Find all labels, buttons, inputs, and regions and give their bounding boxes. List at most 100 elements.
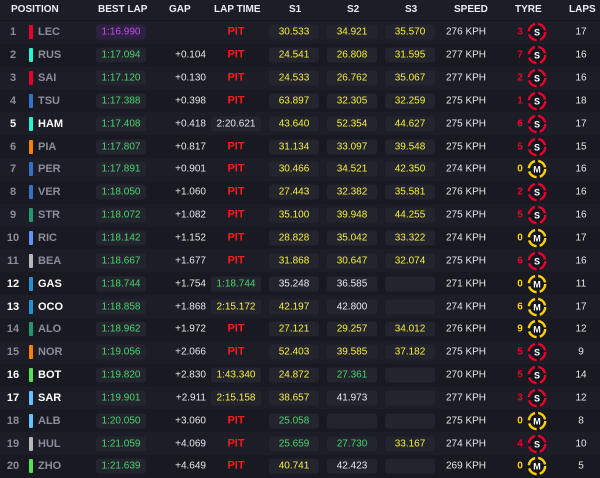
driver-list: 1 LEC 1:16.990 PIT 30.533 34.921 35.570 276 KPH… <box>0 21 600 478</box>
driver-code[interactable]: SAR <box>38 392 61 404</box>
gap-to-leader: +1.677 <box>175 255 206 267</box>
header-speed[interactable]: SPEED <box>454 4 488 15</box>
pit-stop-count: 4 <box>517 438 523 450</box>
driver-row[interactable]: 11 BEA 1:18.667 +1.677 PIT 31.868 30.647 32.074… <box>0 249 600 273</box>
speed-trap: 276 KPH <box>446 186 487 198</box>
speed-trap: 275 KPH <box>446 346 487 358</box>
header-best-lap[interactable]: BEST LAP <box>98 4 147 15</box>
sector-1-time: 35.248 <box>269 276 319 292</box>
driver-code[interactable]: OCO <box>38 301 63 313</box>
driver-code[interactable]: ALO <box>38 323 61 335</box>
sector-3-time: 35.570 <box>385 24 435 40</box>
driver-row[interactable]: 13 OCO 1:18.858 +1.868 2:15.172 42.197 42.800 2… <box>0 295 600 318</box>
driver-code[interactable]: NOR <box>38 346 62 358</box>
driver-code[interactable]: GAS <box>38 278 62 290</box>
best-lap: 1:18.142 <box>96 230 146 246</box>
laps-completed: 16 <box>575 49 587 61</box>
driver-row[interactable]: 7 PER 1:17.891 +0.901 PIT 30.466 34.521 42.350 2… <box>0 158 600 181</box>
header-s3[interactable]: S3 <box>405 4 417 15</box>
header-position[interactable]: POSITION <box>11 4 59 15</box>
sector-3-time: 34.012 <box>385 321 435 337</box>
driver-code[interactable]: LEC <box>38 26 60 38</box>
driver-row[interactable]: 20 ZHO 1:21.639 +4.649 PIT 40.741 42.423 269 KP… <box>0 455 600 478</box>
lap-time: 2:15.172 <box>211 299 261 315</box>
driver-code[interactable]: HUL <box>38 438 61 450</box>
driver-row[interactable]: 6 PIA 1:17.807 +0.817 PIT 31.134 33.097 39.548 2… <box>0 135 600 159</box>
speed-trap: 275 KPH <box>446 141 487 153</box>
team-color-bar <box>29 139 33 154</box>
speed-trap: 269 KPH <box>446 460 487 472</box>
lap-time: PIT <box>227 231 245 244</box>
driver-code[interactable]: VER <box>38 186 61 198</box>
driver-row[interactable]: 19 HUL 1:21.059 +4.069 PIT 25.659 27.730 33.167… <box>0 432 600 456</box>
driver-code[interactable]: PER <box>38 163 61 175</box>
driver-code[interactable]: BOT <box>38 369 61 381</box>
sector-1-time: 25.058 <box>269 413 319 429</box>
sector-2-time: 26.808 <box>327 47 377 63</box>
driver-row[interactable]: 2 RUS 1:17.094 +0.104 PIT 24.541 26.808 31.595 2… <box>0 43 600 67</box>
driver-row[interactable]: 16 BOT 1:19.820 +2.830 1:43.340 24.872 27.361 2… <box>0 363 600 387</box>
header-gap[interactable]: GAP <box>169 4 191 15</box>
driver-code[interactable]: RUS <box>38 49 61 61</box>
driver-row[interactable]: 12 GAS 1:18.744 +1.754 1:18.744 35.248 36.585 2… <box>0 272 600 296</box>
timing-tower: POSITION BEST LAP GAP LAP TIME S1 S2 S3 … <box>0 0 600 478</box>
team-color-bar <box>29 231 33 246</box>
header-laps[interactable]: LAPS <box>569 4 596 15</box>
driver-row[interactable]: 4 TSU 1:17.388 +0.398 PIT 63.897 32.305 32.259 2… <box>0 89 600 113</box>
sector-1-time: 30.533 <box>269 24 319 40</box>
driver-code[interactable]: BEA <box>38 255 61 267</box>
sector-2-time: 32.305 <box>327 93 377 109</box>
driver-row[interactable]: 14 ALO 1:18.962 +1.972 PIT 27.121 29.257 34.012… <box>0 317 600 341</box>
driver-row[interactable]: 8 VER 1:18.050 +1.060 PIT 27.443 32.382 35.581 2… <box>0 180 600 204</box>
position-number: 8 <box>9 186 17 199</box>
sector-1-time: 27.121 <box>269 321 319 337</box>
driver-row[interactable]: 3 SAI 1:17.120 +0.130 PIT 24.533 26.762 35.067 2… <box>0 66 600 90</box>
driver-row[interactable]: 17 SAR 1:19.901 +2.911 2:15.158 38.657 41.973 2… <box>0 386 600 410</box>
driver-code[interactable]: RIC <box>38 232 57 244</box>
driver-row[interactable]: 10 RIC 1:18.142 +1.152 PIT 28.828 35.042 33.322… <box>0 226 600 250</box>
driver-code[interactable]: ALB <box>38 415 61 427</box>
laps-completed: 18 <box>575 95 587 107</box>
driver-row[interactable]: 15 NOR 1:19.056 +2.066 PIT 52.403 39.585 37.182… <box>0 340 600 364</box>
team-color-bar <box>29 368 33 383</box>
driver-row[interactable]: 18 ALB 1:20.050 +3.060 PIT 25.058 275 KPH 0 M 8 <box>0 409 600 433</box>
team-color-bar <box>29 162 33 177</box>
laps-completed: 14 <box>575 369 587 381</box>
header-s1[interactable]: S1 <box>289 4 301 15</box>
position-number: 6 <box>9 140 17 153</box>
soft-tyre-icon: S <box>527 114 547 134</box>
pit-stop-count: 0 <box>517 163 523 175</box>
laps-completed: 12 <box>575 323 587 335</box>
driver-row[interactable]: 1 LEC 1:16.990 PIT 30.533 34.921 35.570 276 KPH… <box>0 21 600 44</box>
gap-to-leader: +0.901 <box>175 163 206 175</box>
pit-stop-count: 1 <box>517 95 523 107</box>
driver-code[interactable]: HAM <box>38 118 63 130</box>
driver-row[interactable]: 9 STR 1:18.072 +1.082 PIT 35.100 39.948 44.255 2… <box>0 203 600 227</box>
pit-stop-count: 9 <box>517 323 523 335</box>
position-number: 4 <box>9 94 17 107</box>
soft-tyre-icon: S <box>527 91 547 111</box>
lap-time: PIT <box>227 437 245 450</box>
svg-text:S: S <box>534 439 540 449</box>
gap-to-leader: +1.060 <box>175 186 206 198</box>
header-tyre[interactable]: TYRE <box>515 4 542 15</box>
sector-3-time: 31.595 <box>385 47 435 63</box>
driver-row[interactable]: 5 HAM 1:17.408 +0.418 2:20.621 43.640 52.354 44… <box>0 112 600 136</box>
sector-2-time: 26.762 <box>327 70 377 86</box>
team-color-bar <box>29 93 33 108</box>
header-lap-time[interactable]: LAP TIME <box>214 4 260 15</box>
driver-code[interactable]: SAI <box>38 72 56 84</box>
laps-completed: 9 <box>578 346 584 358</box>
best-lap: 1:21.059 <box>96 436 146 452</box>
sector-3-time: 32.074 <box>385 253 435 269</box>
speed-trap: 277 KPH <box>446 392 487 404</box>
driver-code[interactable]: STR <box>38 209 60 221</box>
driver-code[interactable]: ZHO <box>38 460 61 472</box>
team-color-bar <box>29 208 33 223</box>
sector-3-time: 33.322 <box>385 230 435 246</box>
sector-2-time: 33.097 <box>327 139 377 155</box>
driver-code[interactable]: TSU <box>38 95 60 107</box>
header-s2[interactable]: S2 <box>347 4 359 15</box>
driver-code[interactable]: PIA <box>38 141 56 153</box>
table-header: POSITION BEST LAP GAP LAP TIME S1 S2 S3 … <box>0 0 600 20</box>
